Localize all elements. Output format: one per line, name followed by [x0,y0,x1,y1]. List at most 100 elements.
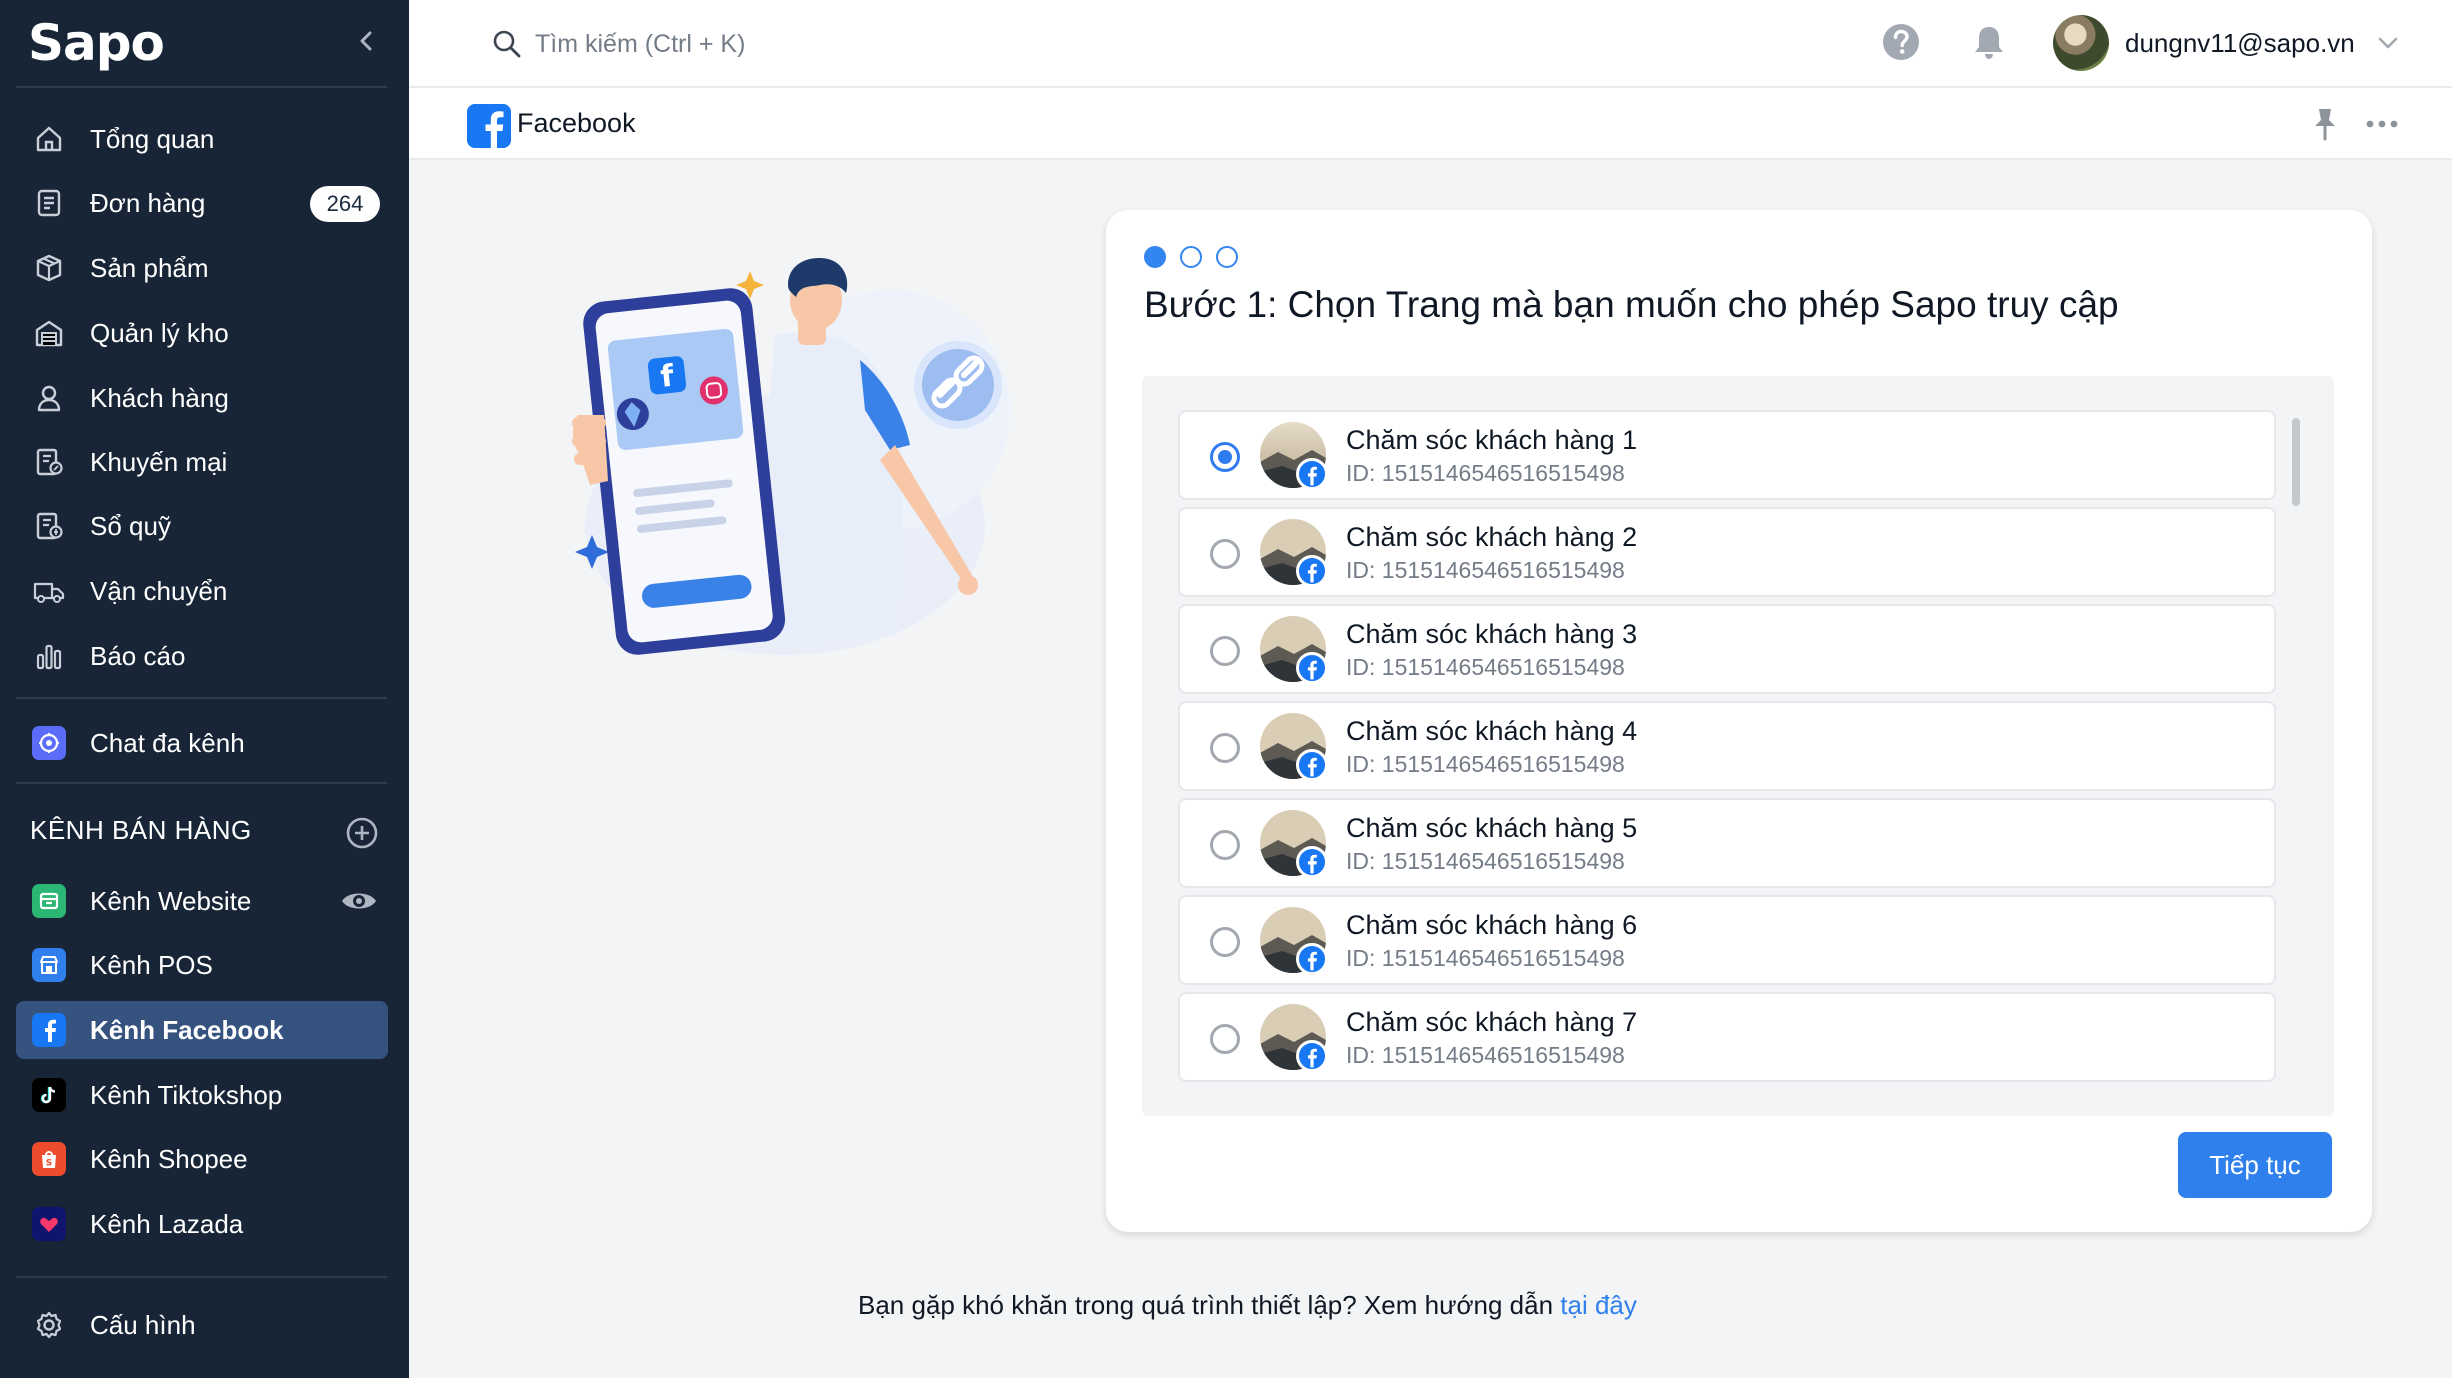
sidebar-item-facebook[interactable]: Kênh Facebook [16,1001,388,1059]
chat-icon [32,726,66,760]
page-option[interactable]: Chăm sóc khách hàng 7 ID: 15151465465165… [1178,992,2276,1082]
search-input[interactable]: Tìm kiếm (Ctrl + K) [491,22,1091,66]
step-dot-3 [1216,246,1238,268]
page-option[interactable]: Chăm sóc khách hàng 6 ID: 15151465465165… [1178,895,2276,985]
sidebar-item-cashbook[interactable]: Sổ quỹ [16,497,388,555]
eye-icon[interactable] [340,888,378,914]
sidebar-item-shipping[interactable]: Vận chuyển [16,562,388,620]
page-option[interactable]: Chăm sóc khách hàng 5 ID: 15151465465165… [1178,798,2276,888]
sidebar-item-label: Vận chuyển [90,575,228,606]
sidebar-item-shopee[interactable]: S Kênh Shopee [16,1130,388,1188]
sidebar-item-overview[interactable]: Tổng quan [16,110,388,168]
divider [16,782,387,784]
page-name: Chăm sóc khách hàng 6 [1346,910,1638,940]
more-options-icon[interactable] [2362,108,2402,140]
sidebar-item-products[interactable]: Sản phẩm [16,239,388,297]
page-name: Chăm sóc khách hàng 5 [1346,813,1638,843]
sidebar-item-tiktokshop[interactable]: Kênh Tiktokshop [16,1066,388,1124]
user-email: dungnv11@sapo.vn [2125,27,2355,58]
top-bar: Tìm kiếm (Ctrl + K) dungnv11@sapo.vn [409,0,2452,88]
page-header: Facebook [409,88,2452,160]
chevron-down-icon [2378,37,2398,49]
page-id: ID: 1515146546516515498 [1346,945,1625,971]
radio-button[interactable] [1210,927,1240,957]
continue-button[interactable]: Tiếp tục [2178,1132,2332,1198]
divider [16,1276,387,1278]
help-link[interactable]: tại đây [1560,1290,1637,1320]
truck-icon [32,574,66,608]
warehouse-icon [32,316,66,350]
sales-channels-heading: KÊNH BÁN HÀNG [30,815,252,845]
sidebar-item-orders[interactable]: Đơn hàng 264 [16,174,388,232]
promotion-icon [32,445,66,479]
setup-card: Bước 1: Chọn Trang mà bạn muốn cho phép … [1106,210,2372,1232]
sidebar-item-chat[interactable]: Chat đa kênh [16,714,388,772]
sidebar-item-label: Kênh Facebook [90,1014,284,1045]
pin-icon[interactable] [2309,106,2341,142]
facebook-logo-icon [467,104,511,148]
facebook-badge-icon [1296,458,1328,490]
page-name: Chăm sóc khách hàng 7 [1346,1007,1638,1037]
page-name: Chăm sóc khách hàng 3 [1346,619,1638,649]
page-id: ID: 1515146546516515498 [1346,460,1625,486]
page-id: ID: 1515146546516515498 [1346,751,1625,777]
page-list: Chăm sóc khách hàng 1 ID: 15151465465165… [1178,410,2276,1089]
page-option[interactable]: Chăm sóc khách hàng 3 ID: 15151465465165… [1178,604,2276,694]
page-name: Chăm sóc khách hàng 1 [1346,425,1638,455]
add-channel-icon[interactable] [344,815,380,851]
radio-button[interactable] [1210,733,1240,763]
page-option[interactable]: Chăm sóc khách hàng 1 ID: 15151465465165… [1178,410,2276,500]
sidebar-item-pos[interactable]: Kênh POS [16,936,388,994]
help-text: Bạn gặp khó khăn trong quá trình thiết l… [0,1290,2452,1321]
page-option[interactable]: Chăm sóc khách hàng 2 ID: 15151465465165… [1178,507,2276,597]
sidebar-item-label: Tổng quan [90,123,215,154]
sidebar-item-label: Khuyến mại [90,446,228,477]
sidebar-item-reports[interactable]: Báo cáo [16,627,388,685]
facebook-badge-icon [1296,943,1328,975]
box-icon [32,251,66,285]
sidebar-item-label: Báo cáo [90,640,186,671]
report-icon [32,639,66,673]
divider [16,697,387,699]
scrollbar[interactable] [2292,418,2300,506]
sidebar-item-customers[interactable]: Khách hàng [16,369,388,427]
radio-button[interactable] [1210,1024,1240,1054]
sapo-logo[interactable]: Sapo [28,14,165,72]
facebook-badge-icon [1296,846,1328,878]
bell-icon[interactable] [1969,22,2009,62]
divider [16,86,387,88]
sidebar-item-website[interactable]: Kênh Website [16,872,388,930]
connect-illustration: f [572,258,1010,655]
sidebar-item-label: Đơn hàng [90,187,206,218]
step-title: Bước 1: Chọn Trang mà bạn muốn cho phép … [1144,284,2119,325]
sidebar-item-promotions[interactable]: Khuyến mại [16,433,388,491]
user-icon [32,381,66,415]
radio-button[interactable] [1210,539,1240,569]
step-indicator [1144,246,1252,270]
sidebar-item-label: Kênh Shopee [90,1143,248,1174]
shopee-icon: S [32,1142,66,1176]
page-id: ID: 1515146546516515498 [1346,654,1625,680]
radio-button[interactable] [1210,636,1240,666]
help-icon[interactable] [1881,22,1921,62]
sidebar-item-lazada[interactable]: Kênh Lazada [16,1195,388,1253]
cashbook-icon [32,509,66,543]
page-name: Chăm sóc khách hàng 4 [1346,716,1638,746]
page-id: ID: 1515146546516515498 [1346,1042,1625,1068]
user-menu[interactable]: dungnv11@sapo.vn [2053,14,2401,72]
page-id: ID: 1515146546516515498 [1346,557,1625,583]
sidebar-item-label: Chat đa kênh [90,727,245,758]
sidebar-item-inventory[interactable]: Quản lý kho [16,304,388,362]
search-icon [493,30,521,58]
radio-button[interactable] [1210,442,1240,472]
chevron-left-icon[interactable] [354,28,380,54]
home-icon [32,122,66,156]
logo-row: Sapo [0,0,409,86]
page-option[interactable]: Chăm sóc khách hàng 4 ID: 15151465465165… [1178,701,2276,791]
page-name: Chăm sóc khách hàng 2 [1346,522,1638,552]
page-title: Facebook [517,108,636,138]
sidebar-item-label: Kênh Lazada [90,1208,244,1239]
lazada-icon [32,1207,66,1241]
radio-button[interactable] [1210,830,1240,860]
pos-icon [32,948,66,982]
